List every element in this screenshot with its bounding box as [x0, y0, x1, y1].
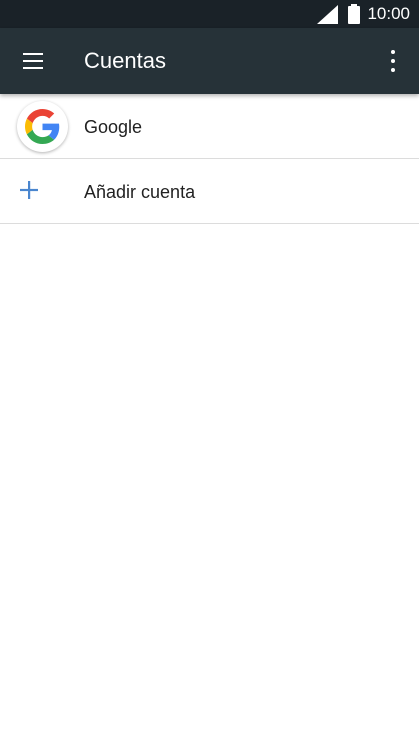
status-bar: 10:00 — [0, 0, 419, 28]
add-account-label: Añadir cuenta — [84, 182, 196, 202]
account-label-google: Google — [84, 117, 143, 137]
google-logo-icon — [17, 101, 68, 152]
battery-icon — [348, 4, 360, 24]
app-bar: Cuentas — [0, 28, 419, 94]
hamburger-menu-icon[interactable] — [19, 48, 47, 74]
status-time: 10:00 — [367, 4, 410, 23]
page-title: Cuentas — [84, 48, 166, 73]
more-vert-icon[interactable] — [381, 45, 405, 77]
add-account-button[interactable]: Añadir cuenta — [0, 159, 419, 224]
plus-icon — [20, 181, 38, 199]
cell-signal-icon — [317, 5, 338, 24]
account-item-google[interactable]: Google — [0, 94, 419, 159]
